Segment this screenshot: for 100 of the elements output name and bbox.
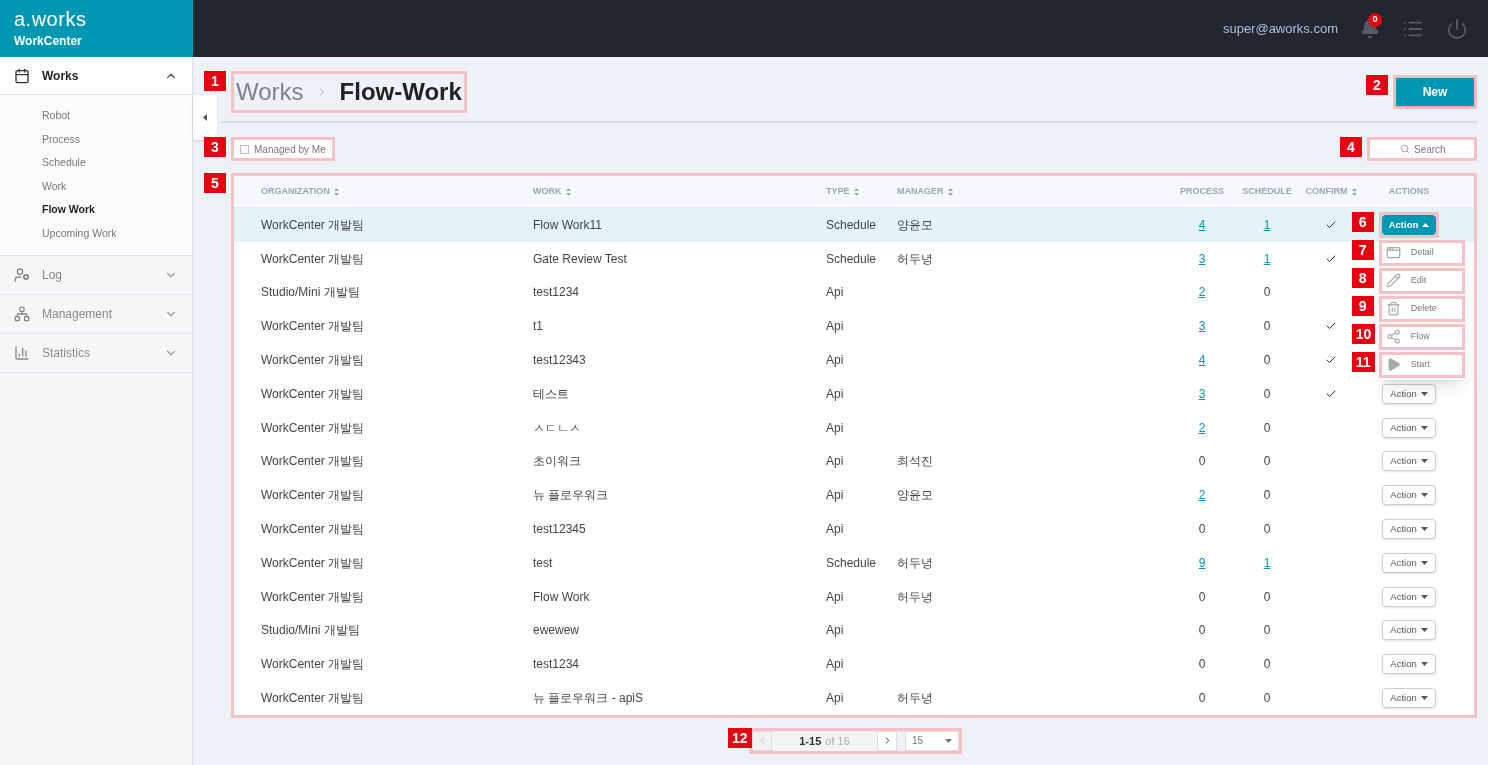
- sidebar-item[interactable]: Upcoming Work: [0, 221, 192, 246]
- action-button[interactable]: Action: [1382, 519, 1436, 540]
- organization-cell-text: WorkCenter 개발팀: [261, 690, 366, 708]
- notification-count: 0: [1368, 12, 1382, 27]
- work-cell-text: test1234: [533, 284, 581, 302]
- organization-cell-text: Studio/Mini 개발팀: [261, 622, 361, 640]
- count-link[interactable]: 3: [1198, 317, 1206, 336]
- work-cell-text: test: [533, 554, 554, 572]
- count-cell-text: 0: [1263, 487, 1271, 505]
- type-cell-text: Api: [826, 419, 845, 437]
- user-email[interactable]: super@aworks.com: [1222, 18, 1338, 39]
- power-icon[interactable]: [1446, 17, 1468, 40]
- action-button[interactable]: Action: [1382, 485, 1436, 506]
- organization-cell-text: WorkCenter 개발팀: [261, 250, 366, 268]
- type-cell-text: Api: [826, 656, 845, 674]
- user-icon: [14, 266, 30, 283]
- caret-icon: [1422, 222, 1430, 227]
- sidebar-item[interactable]: Work: [0, 174, 192, 199]
- work-cell-text: Flow Work: [533, 588, 591, 606]
- count-cell-text: 0: [1263, 690, 1271, 708]
- type-cell-text: Api: [826, 284, 845, 302]
- caret-icon: [1420, 696, 1428, 701]
- count-cell-text: 0: [1263, 453, 1271, 471]
- sort-icon: [565, 187, 571, 196]
- page-size-select[interactable]: 15: [905, 730, 959, 751]
- action-button[interactable]: Action: [1382, 620, 1436, 641]
- collapse-tab[interactable]: [193, 95, 217, 140]
- action-button[interactable]: Action: [1382, 552, 1436, 573]
- work-cell-text: ewewew: [533, 622, 581, 640]
- sidebar-section[interactable]: Statistics: [0, 333, 192, 372]
- search-icon: [1400, 144, 1410, 154]
- callout-number: 12: [728, 727, 752, 748]
- work-cell-text: ㅅㄷㄴㅅ: [533, 419, 582, 437]
- new-button[interactable]: New: [1396, 78, 1474, 106]
- sidebar-section[interactable]: Management: [0, 294, 192, 333]
- sort-icon: [333, 187, 339, 196]
- checkbox[interactable]: [240, 144, 249, 154]
- action-button[interactable]: Action: [1382, 451, 1436, 472]
- breadcrumb-parent[interactable]: Works: [236, 74, 304, 110]
- page-title: Flow-Work: [339, 77, 462, 107]
- sidebar-section[interactable]: Works: [0, 57, 192, 95]
- count-cell-text: 0: [1263, 284, 1271, 302]
- count-link[interactable]: 4: [1198, 351, 1206, 370]
- organization-cell-text: WorkCenter 개발팀: [261, 656, 366, 674]
- count-cell-text: 0: [1263, 352, 1271, 370]
- action-button[interactable]: Action: [1382, 654, 1436, 675]
- callout-number: 3: [204, 137, 226, 157]
- sidebar-section[interactable]: Log: [0, 255, 192, 294]
- count-cell-text: 0: [1263, 588, 1271, 606]
- count-link[interactable]: 2: [1198, 283, 1206, 302]
- sidebar-item[interactable]: Flow Work: [0, 198, 192, 222]
- action-button[interactable]: Action: [1381, 214, 1437, 235]
- sidebar-item[interactable]: Schedule: [0, 151, 192, 175]
- flow-icon: [1385, 329, 1401, 345]
- count-link[interactable]: 2: [1198, 418, 1206, 437]
- play-icon: [1385, 357, 1401, 373]
- action-button[interactable]: Action: [1382, 417, 1436, 438]
- count-cell-text: 0: [1198, 656, 1206, 674]
- count-cell-text: 0: [1198, 453, 1206, 471]
- count-link[interactable]: 3: [1198, 384, 1206, 403]
- sidebar-item[interactable]: Robot: [0, 104, 192, 128]
- count-link[interactable]: 4: [1198, 215, 1206, 234]
- callout-number: 5: [204, 173, 226, 193]
- manager-cell-text: 허두녕: [897, 250, 934, 268]
- count-link[interactable]: 3: [1198, 249, 1206, 268]
- count-cell-text: 0: [1263, 419, 1271, 437]
- callout-number: 1: [204, 71, 226, 91]
- next-page-button[interactable]: [877, 730, 897, 751]
- count-link[interactable]: 1: [1263, 215, 1271, 234]
- type-cell-text: Api: [826, 521, 845, 539]
- search-field[interactable]: Search: [1370, 140, 1474, 158]
- type-cell-text: Api: [826, 318, 845, 336]
- organization-cell-text: WorkCenter 개발팀: [261, 385, 366, 403]
- organization-cell-text: WorkCenter 개발팀: [261, 453, 366, 471]
- action-button[interactable]: Action: [1382, 383, 1436, 404]
- count-cell-text: 0: [1263, 656, 1271, 674]
- count-link[interactable]: 9: [1198, 553, 1206, 572]
- count-link[interactable]: 2: [1198, 486, 1206, 505]
- trash-icon: [1385, 301, 1401, 317]
- count-cell-text: 0: [1198, 622, 1206, 640]
- count-link[interactable]: 1: [1263, 249, 1271, 268]
- organization-cell-text: Studio/Mini 개발팀: [261, 284, 361, 302]
- calendar-icon: [14, 67, 30, 84]
- work-cell-text: 뉴 플로우워크: [533, 487, 610, 505]
- count-link[interactable]: 1: [1263, 553, 1271, 572]
- work-cell-text: Flow Work11: [533, 216, 603, 234]
- work-cell-text: t1: [533, 318, 544, 336]
- type-cell-text: Api: [826, 588, 845, 606]
- managed-by-me-checkbox[interactable]: Managed by Me: [234, 140, 332, 158]
- action-button[interactable]: Action: [1382, 586, 1436, 607]
- type-cell-text: Api: [826, 622, 845, 640]
- caret-icon: [1420, 594, 1428, 599]
- work-cell-text: test1234: [533, 656, 581, 674]
- caret-icon: [945, 738, 952, 743]
- pencil-icon: [1385, 273, 1401, 289]
- action-button[interactable]: Action: [1382, 688, 1436, 709]
- count-cell-text: 0: [1263, 521, 1271, 539]
- type-cell-text: Api: [826, 690, 845, 708]
- sidebar-item[interactable]: Process: [0, 127, 192, 152]
- manager-cell-text: 허두녕: [897, 554, 934, 572]
